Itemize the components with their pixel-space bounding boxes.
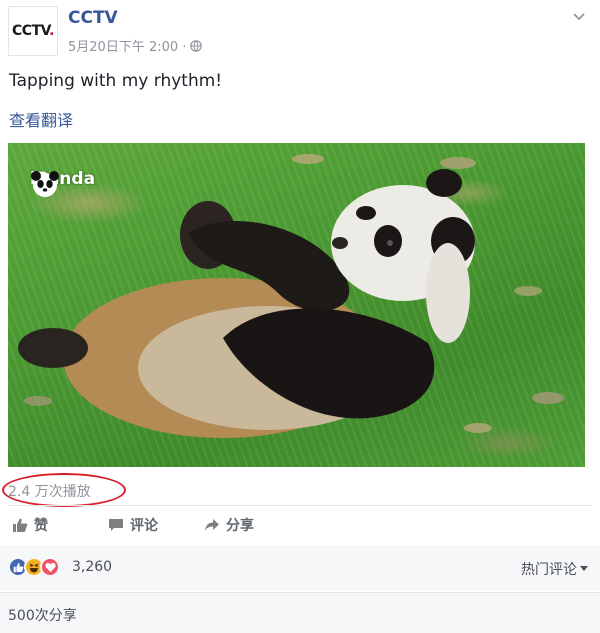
share-arrow-icon [205, 519, 219, 531]
share-label: 分享 [226, 518, 254, 534]
comment-label: 评论 [130, 518, 158, 534]
avatar-logo: CCTV. [12, 23, 54, 39]
reactions-bar: 3,260 热门评论 [0, 545, 600, 591]
page-avatar[interactable]: CCTV. [8, 6, 58, 56]
caret-down-icon [580, 566, 588, 571]
divider [8, 505, 592, 506]
see-translation-link[interactable]: 查看翻译 [9, 107, 73, 131]
timestamp-text: 5月20日下午 2:00 · [68, 40, 187, 55]
share-button[interactable]: 分享 [204, 515, 254, 535]
globe-icon [190, 39, 203, 52]
post-timestamp[interactable]: 5月20日下午 2:00 · [68, 36, 203, 55]
page-name-link[interactable]: CCTV [68, 8, 118, 28]
like-button[interactable]: 赞 [12, 515, 48, 535]
video-player[interactable]: iPanda [8, 143, 585, 467]
post-header: CCTV. CCTV 5月20日下午 2:00 · [8, 6, 592, 60]
comment-sort-dropdown[interactable]: 热门评论 [521, 559, 588, 579]
action-bar: 赞 评论 分享 [8, 512, 592, 538]
reaction-count[interactable]: 3,260 [72, 559, 112, 575]
share-count[interactable]: 500次分享 [8, 605, 77, 625]
shares-bar: 500次分享 [0, 592, 600, 633]
chevron-down-icon[interactable] [572, 10, 586, 24]
comment-button[interactable]: 评论 [108, 515, 158, 535]
reaction-icons[interactable] [8, 557, 60, 577]
comment-icon [109, 519, 123, 531]
like-label: 赞 [34, 518, 48, 534]
highlight-circle [2, 473, 126, 507]
panda-image [18, 154, 564, 438]
ipanda-watermark: iPanda [30, 169, 95, 197]
panda-logo-icon [31, 171, 59, 197]
post-text: Tapping with my rhythm! [9, 71, 223, 91]
thumbs-up-icon [13, 518, 28, 532]
love-reaction-icon [40, 557, 60, 577]
sort-label: 热门评论 [521, 562, 577, 578]
